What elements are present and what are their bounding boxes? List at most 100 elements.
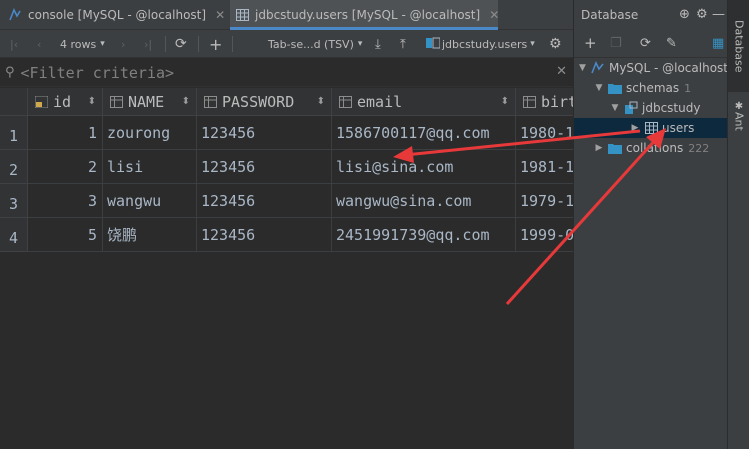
toolbar-divider (232, 36, 233, 52)
cell-email[interactable]: 1586700117@qq.com (332, 116, 516, 150)
globe-icon[interactable]: ⊕ (679, 7, 690, 22)
copy-icon[interactable]: ❐ (610, 36, 622, 51)
cell-id[interactable]: 5 (28, 218, 103, 252)
table-row[interactable]: 1 1 zourong 123456 1586700117@qq.com 198… (0, 116, 573, 150)
database-panel-header: Database ⊕ ⚙ — (574, 0, 727, 30)
column-icon (110, 95, 123, 108)
refresh-icon[interactable]: ⟳ (640, 36, 651, 51)
sort-icon[interactable]: ⬍ (182, 96, 190, 107)
cell-password[interactable]: 123456 (197, 218, 332, 252)
schema-icon (624, 101, 638, 115)
column-header-label: email (357, 92, 403, 111)
column-icon (204, 95, 217, 108)
cell-birthday[interactable]: 1999-0 (516, 218, 573, 252)
cell-birthday[interactable]: 1981-1 (516, 150, 573, 184)
column-header-birthday[interactable]: birt (516, 88, 573, 116)
add-row-icon[interactable]: + (209, 30, 222, 58)
expand-icon[interactable]: ▼ (610, 103, 620, 113)
sort-icon[interactable]: ⬍ (88, 96, 96, 107)
cell-name[interactable]: lisi (103, 150, 197, 184)
cell-id[interactable]: 2 (28, 150, 103, 184)
add-icon[interactable]: + (584, 34, 597, 52)
editor-tabs: console [MySQL - @localhost] ✕ jdbcstudy… (0, 0, 573, 30)
cell-password[interactable]: 123456 (197, 116, 332, 150)
schema-icon[interactable]: ▦ (712, 36, 724, 51)
sort-icon[interactable]: ⬍ (501, 96, 509, 107)
next-page-icon[interactable]: › (121, 30, 125, 58)
cell-password[interactable]: 123456 (197, 184, 332, 218)
right-tool-strip: Database ✱ Ant (727, 0, 749, 449)
column-header-id[interactable]: id ⬍ (28, 88, 103, 116)
prev-page-icon[interactable]: ‹ (37, 30, 41, 58)
row-count-dropdown[interactable]: 4 rows ▾ (60, 30, 105, 58)
side-tab-ant[interactable]: ✱ Ant (728, 94, 749, 138)
clear-filter-icon[interactable]: ✕ (556, 64, 567, 79)
column-header-label: PASSWORD (222, 92, 295, 111)
table-row[interactable]: 2 2 lisi 123456 lisi@sina.com 1981-1 (0, 150, 573, 184)
tab-console[interactable]: console [MySQL - @localhost] ✕ (8, 0, 230, 30)
tree-item-schemas[interactable]: ▼ schemas 1 (574, 78, 727, 98)
folder-icon (608, 81, 622, 95)
cell-email[interactable]: lisi@sina.com (332, 150, 516, 184)
tree-item-schema-jdbcstudy[interactable]: ▼ jdbcstudy (574, 98, 727, 118)
column-icon (523, 95, 536, 108)
first-page-icon[interactable]: |‹ (10, 30, 18, 58)
tab-users-table[interactable]: jdbcstudy.users [MySQL - @localhost] ✕ (230, 0, 499, 30)
tree-item-collations[interactable]: ▶ collations 222 (574, 138, 727, 158)
tab-console-label: console [MySQL - @localhost] (28, 8, 207, 22)
tree-item-table-users[interactable]: ▶ users (574, 118, 727, 138)
column-header-password[interactable]: PASSWORD ⬍ (197, 88, 332, 116)
properties-icon[interactable]: ✎ (666, 36, 677, 51)
toolbar-divider (165, 36, 166, 52)
tab-users-label: jdbcstudy.users [MySQL - @localhost] (255, 8, 481, 22)
table-label: users (662, 121, 695, 135)
chevron-down-icon: ▾ (530, 39, 535, 49)
download-icon[interactable]: ⤓ (375, 30, 381, 58)
cell-name[interactable]: zourong (103, 116, 197, 150)
minimize-icon[interactable]: — (712, 7, 725, 22)
schema-table-icon (426, 37, 440, 51)
folder-icon (608, 141, 622, 155)
tree-item-datasource[interactable]: ▼ MySQL - @localhost (574, 58, 727, 78)
filter-bar[interactable]: ⚲ <Filter criteria> ✕ (0, 59, 573, 87)
collations-label: collations (626, 141, 684, 155)
column-header-email[interactable]: email ⬍ (332, 88, 516, 116)
close-icon[interactable]: ✕ (215, 8, 225, 22)
target-table-dropdown[interactable]: jdbcstudy.users ▾ (426, 30, 535, 58)
filter-input[interactable]: <Filter criteria> (21, 64, 175, 82)
refresh-icon[interactable]: ⟳ (175, 30, 187, 58)
cell-id[interactable]: 1 (28, 116, 103, 150)
expand-icon[interactable]: ▶ (594, 143, 604, 153)
target-table-label: jdbcstudy.users (442, 37, 528, 51)
close-icon[interactable]: ✕ (489, 8, 499, 22)
table-icon (644, 121, 658, 135)
export-format-label: Tab-se...d (TSV) (268, 37, 354, 51)
cell-birthday[interactable]: 1980-1 (516, 116, 573, 150)
cell-email[interactable]: 2451991739@qq.com (332, 218, 516, 252)
cell-name[interactable]: 饶鹏 (103, 218, 197, 252)
column-header-name[interactable]: NAME ⬍ (103, 88, 197, 116)
cell-birthday[interactable]: 1979-1 (516, 184, 573, 218)
expand-icon[interactable]: ▼ (594, 83, 604, 93)
table-row[interactable]: 3 3 wangwu 123456 wangwu@sina.com 1979-1 (0, 184, 573, 218)
cell-name[interactable]: wangwu (103, 184, 197, 218)
row-count-label: 4 rows (60, 37, 97, 51)
expand-icon[interactable]: ▼ (578, 63, 587, 73)
sort-icon[interactable]: ⬍ (317, 96, 325, 107)
side-tab-database[interactable]: Database (728, 0, 749, 92)
upload-icon[interactable]: ⤒ (400, 30, 406, 58)
settings-icon[interactable]: ⚙ (696, 7, 708, 22)
grid-toolbar: |‹ ‹ 4 rows ▾ › ›| ⟳ + Tab-se...d (TSV) … (0, 30, 573, 58)
export-format-dropdown[interactable]: Tab-se...d (TSV) ▾ (268, 30, 362, 58)
last-page-icon[interactable]: ›| (144, 30, 152, 58)
table-row[interactable]: 4 5 饶鹏 123456 2451991739@qq.com 1999-0 (0, 218, 573, 252)
row-number: 2 (0, 150, 28, 184)
cell-email[interactable]: wangwu@sina.com (332, 184, 516, 218)
cell-id[interactable]: 3 (28, 184, 103, 218)
gear-icon[interactable]: ⚙ (549, 30, 562, 58)
row-number: 3 (0, 184, 28, 218)
ant-icon: ✱ (734, 101, 744, 113)
expand-icon[interactable]: ▶ (630, 123, 640, 133)
cell-password[interactable]: 123456 (197, 150, 332, 184)
mysql-icon (591, 61, 605, 75)
